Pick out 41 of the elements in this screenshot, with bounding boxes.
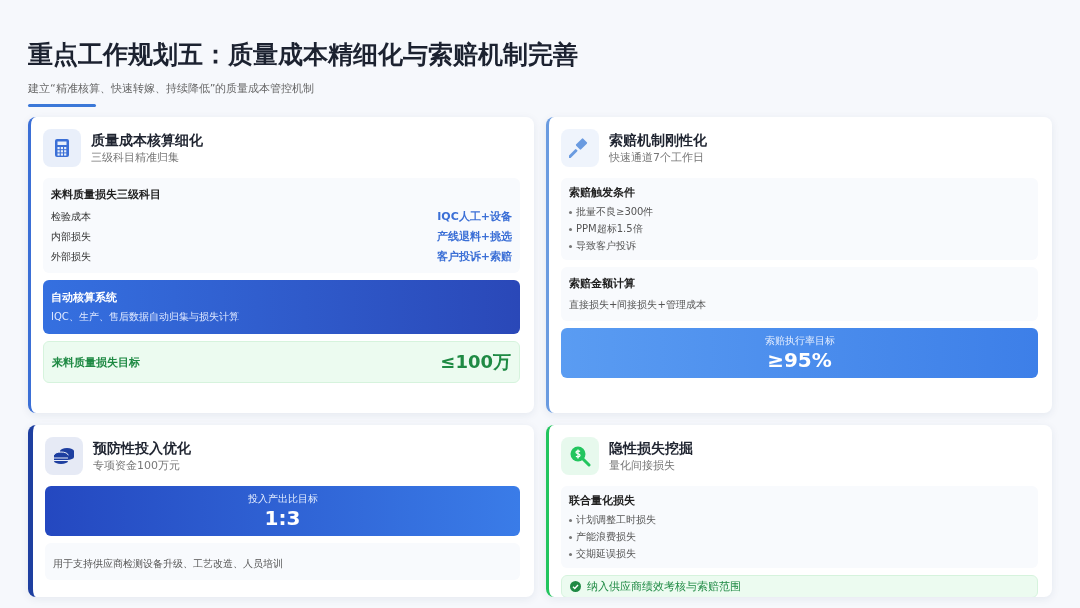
section-title: 索赔触发条件 bbox=[569, 185, 636, 200]
bullet-item: 批量不良≥300件 bbox=[576, 205, 654, 219]
target-value: ≤100万 bbox=[440, 350, 511, 374]
bullet-item: 交期延误损失 bbox=[576, 547, 636, 561]
check-icon bbox=[570, 581, 581, 592]
calculator-icon bbox=[55, 139, 69, 157]
coins-icon bbox=[53, 447, 75, 465]
page-title: 重点工作规划五：质量成本精细化与索赔机制完善 bbox=[28, 39, 579, 71]
row-value: 客户投诉+索赔 bbox=[436, 249, 512, 264]
check-text: 纳入供应商绩效考核与索赔范围 bbox=[587, 579, 741, 594]
section-title: 联合量化损失 bbox=[569, 493, 636, 508]
banner-title: 自动核算系统 bbox=[51, 290, 118, 305]
banner-text: IQC、生产、售后数据自动归集与损失计算 bbox=[51, 310, 240, 324]
metric-label: 索赔执行率目标 bbox=[764, 334, 835, 348]
page-subtitle: 建立“精准核算、快速转嫁、持续降低”的质量成本管控机制 bbox=[28, 81, 316, 96]
bullet-item: 导致客户投诉 bbox=[576, 239, 636, 253]
card-title: 隐性损失挖掘 bbox=[609, 439, 693, 458]
search-dollar-icon bbox=[569, 445, 591, 467]
card-title: 预防性投入优化 bbox=[93, 439, 191, 458]
row-label: 检验成本 bbox=[51, 209, 91, 224]
card-title: 质量成本核算细化 bbox=[91, 131, 203, 150]
row-label: 外部损失 bbox=[51, 249, 91, 264]
metric-value: 1:3 bbox=[264, 506, 301, 530]
card-subtitle: 量化间接损失 bbox=[609, 457, 676, 473]
note-text: 用于支持供应商检测设备升级、工艺改造、人员培训 bbox=[53, 558, 283, 569]
card-title: 索赔机制刚性化 bbox=[609, 131, 707, 150]
bullet-item: PPM超标1.5倍 bbox=[576, 222, 643, 236]
card-subtitle: 三级科目精准归集 bbox=[91, 149, 180, 165]
card-subtitle: 快速通道7个工作日 bbox=[609, 149, 705, 165]
formula-text: 直接损失+间接损失+管理成本 bbox=[569, 298, 707, 312]
target-label: 来料质量损失目标 bbox=[52, 354, 140, 370]
row-value: 产线退料+挑选 bbox=[436, 229, 512, 244]
section-title: 来料质量损失三级科目 bbox=[51, 187, 162, 202]
row-value: IQC人工+设备 bbox=[437, 209, 512, 224]
section-title: 索赔金额计算 bbox=[569, 276, 636, 291]
metric-value: ≥95% bbox=[767, 348, 832, 372]
bullet-item: 产能浪费损失 bbox=[576, 530, 636, 544]
card-subtitle: 专项资金100万元 bbox=[93, 457, 181, 473]
row-label: 内部损失 bbox=[51, 229, 91, 244]
bullet-item: 计划调整工时损失 bbox=[576, 513, 656, 527]
metric-label: 投入产出比目标 bbox=[247, 492, 318, 506]
